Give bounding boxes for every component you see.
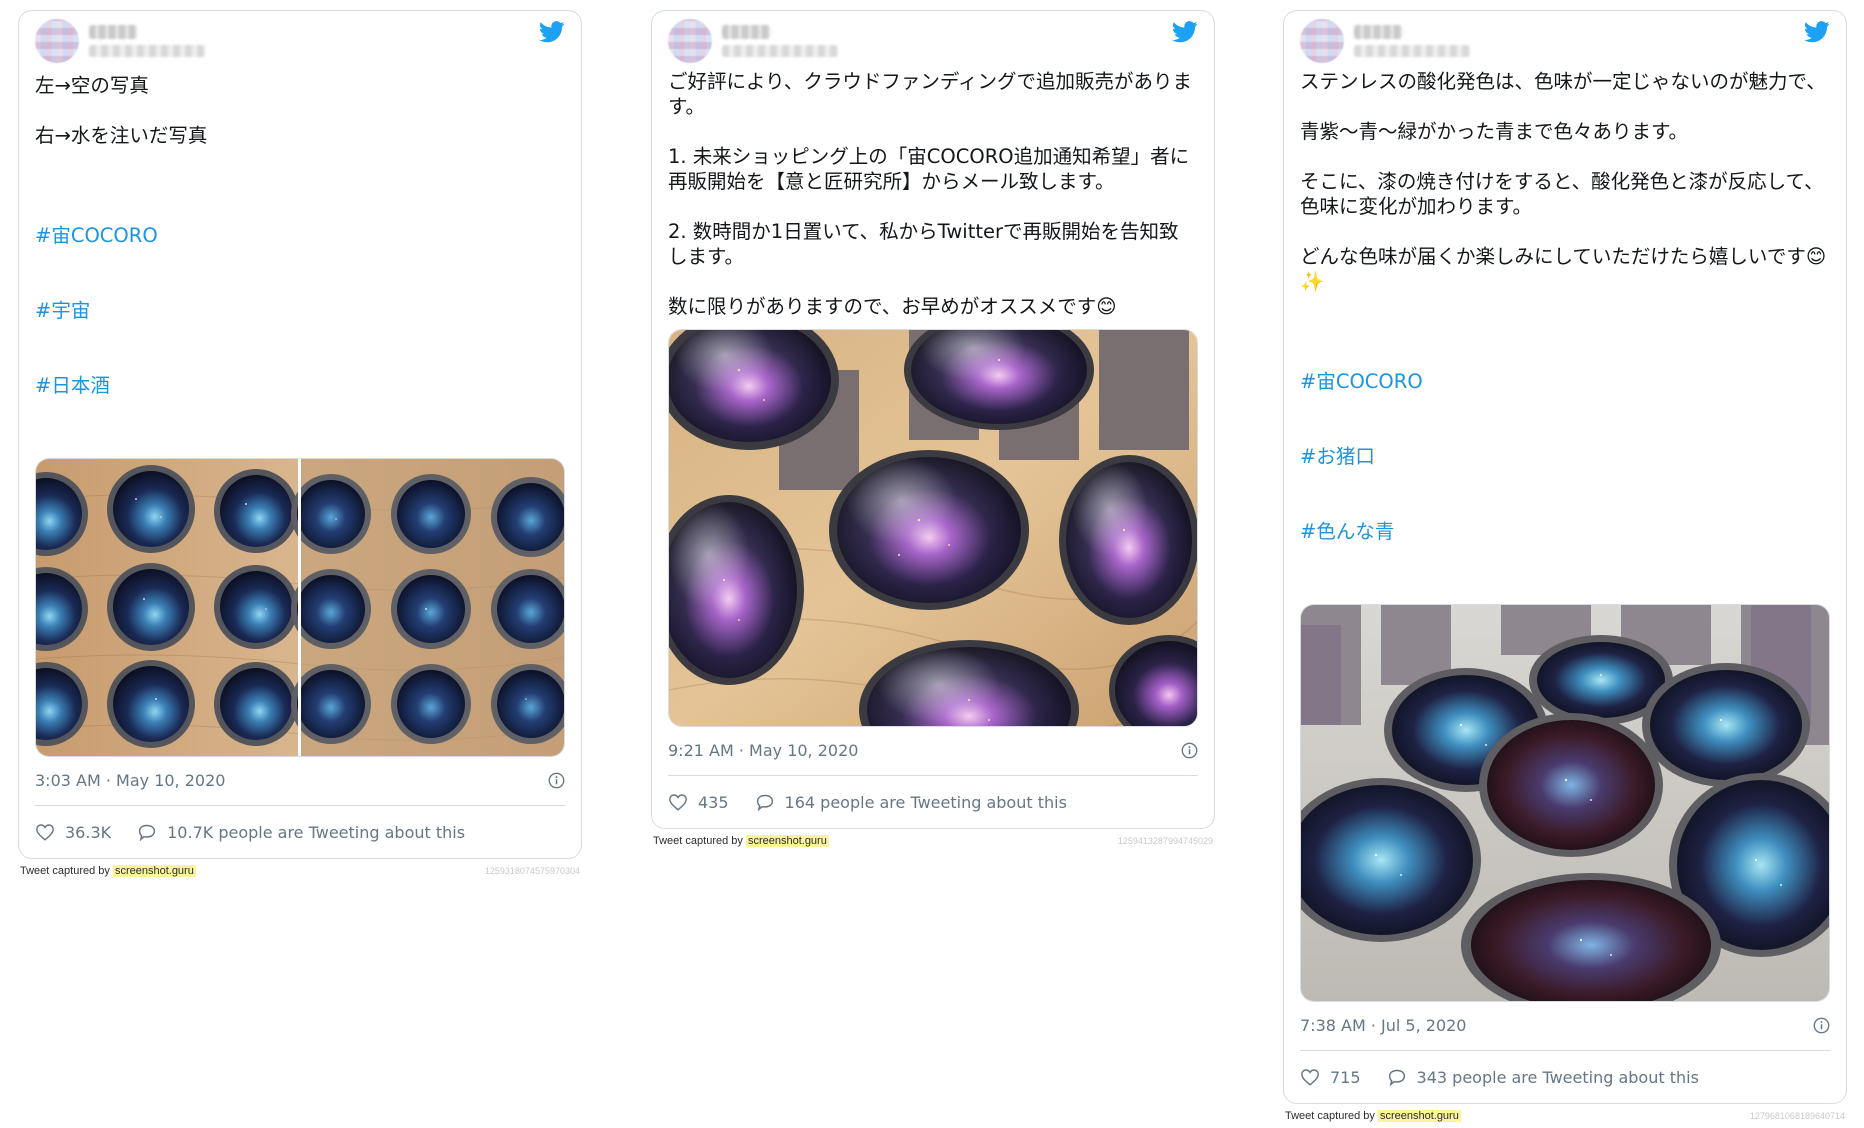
heart-icon bbox=[1301, 1069, 1319, 1086]
tweet-text: ステンレスの酸化発色は、色味が一定じゃないのが魅力で、 青紫〜青〜緑がかった青ま… bbox=[1300, 69, 1830, 594]
tweet-column-1: 左→空の写真 右→水を注いだ写真 #宙COCORO #宇宙 #日本酒 3:03 … bbox=[18, 10, 582, 883]
discussion-link[interactable]: 343 people are Tweeting about this bbox=[1387, 1068, 1699, 1087]
blurred-username[interactable] bbox=[1354, 45, 1470, 57]
tweet-paragraph: そこに、漆の焼き付けをすると、酸化発色と漆が反応して、 色味に変化が加わります。 bbox=[1300, 170, 1824, 218]
tweet-actions: 435 164 people are Tweeting about this bbox=[668, 776, 1198, 828]
timestamp-link[interactable]: 9:21 AM · May 10, 2020 bbox=[668, 741, 858, 760]
photo-sake-cups-cluster[interactable] bbox=[1301, 605, 1830, 1001]
like-button[interactable]: 715 bbox=[1300, 1068, 1361, 1087]
tweet-actions: 715 343 people are Tweeting about this bbox=[1300, 1051, 1830, 1103]
tweet-column-3: ステンレスの酸化発色は、色味が一定じゃないのが魅力で、 青紫〜青〜緑がかった青ま… bbox=[1283, 10, 1847, 1128]
discussion-link[interactable]: 10.7K people are Tweeting about this bbox=[137, 823, 465, 842]
like-button[interactable]: 435 bbox=[668, 793, 729, 812]
tweet-paragraph: 青紫〜青〜緑がかった青まで色々あります。 bbox=[1300, 120, 1689, 143]
tweet-card[interactable]: 左→空の写真 右→水を注いだ写真 #宙COCORO #宇宙 #日本酒 3:03 … bbox=[18, 10, 582, 859]
like-count: 36.3K bbox=[65, 822, 112, 842]
info-icon[interactable] bbox=[1813, 1017, 1830, 1034]
hashtag-link[interactable]: #宇宙 bbox=[35, 298, 565, 323]
tweet-id: 1259318074575970304 bbox=[484, 866, 580, 876]
twitter-bird-icon[interactable] bbox=[1172, 21, 1198, 43]
comment-icon bbox=[756, 794, 773, 811]
tweet-text: 左→空の写真 右→水を注いだ写真 #宙COCORO #宇宙 #日本酒 bbox=[35, 73, 565, 448]
hashtag-link[interactable]: #色んな青 bbox=[1300, 519, 1830, 544]
tweet-header bbox=[1300, 19, 1830, 71]
discussion-text: 10.7K people are Tweeting about this bbox=[167, 822, 466, 842]
tweet-actions: 36.3K 10.7K people are Tweeting about th… bbox=[35, 806, 565, 858]
discussion-text: 343 people are Tweeting about this bbox=[1416, 1067, 1699, 1087]
tweet-text: ご好評により、クラウドファンディングで追加販売がありま す。 1. 未来ショッピ… bbox=[668, 69, 1198, 319]
hashtag-list: #宙COCORO #お猪口 #色んな青 bbox=[1300, 319, 1830, 594]
capture-credit: Tweet captured by screenshot.guru 125931… bbox=[18, 859, 582, 883]
info-icon[interactable] bbox=[548, 772, 565, 789]
tweet-card[interactable]: ステンレスの酸化発色は、色味が一定じゃないのが魅力で、 青紫〜青〜緑がかった青ま… bbox=[1283, 10, 1847, 1104]
capture-prefix: Tweet captured by bbox=[653, 835, 743, 847]
like-count: 715 bbox=[1330, 1067, 1361, 1087]
comment-icon bbox=[139, 824, 156, 841]
blurred-username[interactable] bbox=[722, 45, 838, 57]
tweet-media[interactable] bbox=[1300, 604, 1830, 1002]
discussion-link[interactable]: 164 people are Tweeting about this bbox=[755, 793, 1067, 812]
tweet-meta: 9:21 AM · May 10, 2020 bbox=[668, 727, 1198, 776]
capture-prefix: Tweet captured by bbox=[20, 865, 110, 877]
info-icon[interactable] bbox=[1181, 742, 1198, 759]
hashtag-link[interactable]: #お猪口 bbox=[1300, 444, 1830, 469]
tweet-card[interactable]: ご好評により、クラウドファンディングで追加販売がありま す。 1. 未来ショッピ… bbox=[651, 10, 1215, 829]
comment-icon bbox=[1388, 1069, 1405, 1086]
avatar[interactable] bbox=[1300, 19, 1344, 63]
photo-sake-cups-grid[interactable] bbox=[36, 459, 565, 756]
tweet-paragraph: 2. 数時間か1日置いて、私からTwitterで再販開始を告知致 します。 bbox=[668, 220, 1179, 268]
tweet-header bbox=[35, 19, 565, 71]
tweet-paragraph: 数に限りがありますので、お早めがオススメです😊 bbox=[668, 295, 1117, 318]
hashtag-list: #宙COCORO #宇宙 #日本酒 bbox=[35, 173, 565, 448]
capture-site-link[interactable]: screenshot.guru bbox=[745, 835, 829, 847]
capture-prefix: Tweet captured by bbox=[1285, 1110, 1375, 1122]
like-button[interactable]: 36.3K bbox=[35, 823, 111, 842]
capture-site-link[interactable]: screenshot.guru bbox=[112, 865, 196, 877]
avatar[interactable] bbox=[668, 19, 712, 63]
hashtag-link[interactable]: #日本酒 bbox=[35, 373, 565, 398]
blurred-username[interactable] bbox=[89, 45, 205, 57]
tweet-paragraph: 1. 未来ショッピング上の「宙COCORO追加通知希望」者に 再販開始を【意と匠… bbox=[668, 145, 1190, 193]
heart-icon bbox=[36, 824, 54, 841]
tweet-header bbox=[668, 19, 1198, 71]
tweet-meta: 7:38 AM · Jul 5, 2020 bbox=[1300, 1002, 1830, 1051]
tweet-media[interactable] bbox=[668, 329, 1198, 727]
hashtag-link[interactable]: #宙COCORO bbox=[35, 223, 565, 248]
timestamp-link[interactable]: 7:38 AM · Jul 5, 2020 bbox=[1300, 1016, 1466, 1035]
capture-site-link[interactable]: screenshot.guru bbox=[1377, 1110, 1461, 1122]
tweet-meta: 3:03 AM · May 10, 2020 bbox=[35, 757, 565, 806]
tweet-paragraph: どんな色味が届くか楽しみにしていただけたら嬉しいです😊 ✨ bbox=[1300, 245, 1827, 293]
blurred-display-name[interactable] bbox=[1354, 25, 1402, 39]
discussion-text: 164 people are Tweeting about this bbox=[784, 792, 1067, 812]
tweet-column-2: ご好評により、クラウドファンディングで追加販売がありま す。 1. 未来ショッピ… bbox=[651, 10, 1215, 853]
blurred-display-name[interactable] bbox=[722, 25, 770, 39]
photo-sake-cups-on-wood[interactable] bbox=[669, 330, 1198, 726]
hashtag-link[interactable]: #宙COCORO bbox=[1300, 369, 1830, 394]
timestamp-link[interactable]: 3:03 AM · May 10, 2020 bbox=[35, 771, 225, 790]
tweet-media[interactable] bbox=[35, 458, 565, 757]
capture-credit: Tweet captured by screenshot.guru 127968… bbox=[1283, 1104, 1847, 1128]
tweet-id: 1259413287994745029 bbox=[1117, 836, 1213, 846]
capture-credit: Tweet captured by screenshot.guru 125941… bbox=[651, 829, 1215, 853]
like-count: 435 bbox=[698, 792, 729, 812]
twitter-bird-icon[interactable] bbox=[1804, 21, 1830, 43]
tweet-paragraph: ご好評により、クラウドファンディングで追加販売がありま す。 bbox=[668, 70, 1192, 118]
heart-icon bbox=[669, 794, 687, 811]
avatar[interactable] bbox=[35, 19, 79, 63]
tweet-paragraph: 右→水を注いだ写真 bbox=[35, 124, 208, 147]
blurred-display-name[interactable] bbox=[89, 25, 137, 39]
tweet-paragraph: ステンレスの酸化発色は、色味が一定じゃないのが魅力で、 bbox=[1300, 70, 1826, 93]
tweet-paragraph: 左→空の写真 bbox=[35, 74, 149, 97]
twitter-bird-icon[interactable] bbox=[539, 21, 565, 43]
tweet-id: 1279681068189640714 bbox=[1749, 1111, 1845, 1121]
